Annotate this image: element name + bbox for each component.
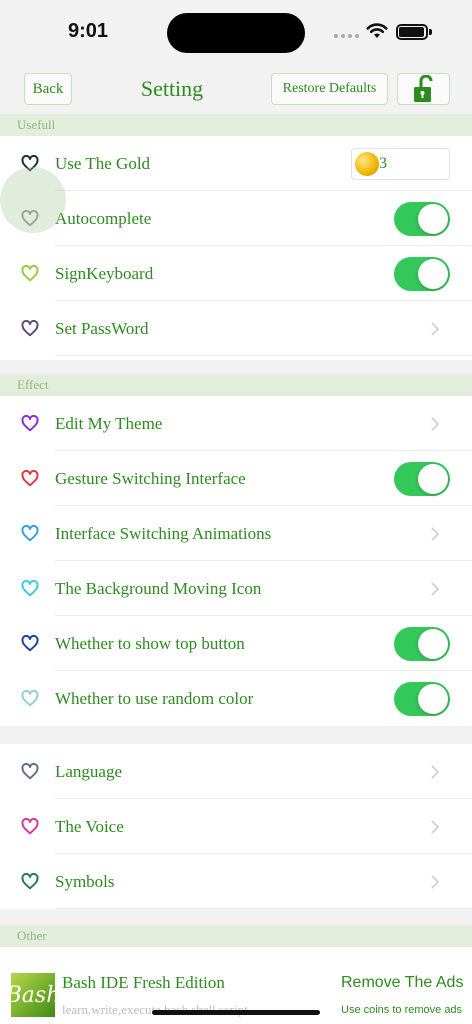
heart-icon (21, 155, 39, 172)
section-header-usefull: Usefull (0, 114, 472, 136)
row-label: Autocomplete (55, 209, 152, 228)
row-background-moving-icon[interactable]: The Background Moving Icon (0, 561, 472, 616)
row-label: Gesture Switching Interface (55, 469, 246, 488)
group-misc: Language The Voice Symbols (0, 744, 472, 909)
row-use-the-gold[interactable]: Use The Gold 3 (0, 136, 472, 191)
row-set-password[interactable]: Set PassWord (0, 301, 472, 356)
heart-icon (21, 470, 39, 487)
battery-icon (396, 24, 432, 40)
status-bar: 9:01 (0, 0, 472, 64)
chevron-right-icon (431, 875, 440, 889)
chevron-right-icon (431, 820, 440, 834)
group-effect: Edit My Theme Gesture Switching Interfac… (0, 396, 472, 726)
chevron-right-icon (431, 527, 440, 541)
row-label: Edit My Theme (55, 414, 163, 433)
row-label: The Voice (55, 817, 124, 836)
heart-icon (21, 415, 39, 432)
row-language[interactable]: Language (0, 744, 472, 799)
heart-icon (21, 763, 39, 780)
row-symbols[interactable]: Symbols (0, 854, 472, 909)
row-label: Whether to show top button (55, 634, 245, 653)
section-spacer (0, 909, 472, 925)
heart-icon (21, 690, 39, 707)
section-header-other: Other (0, 925, 472, 947)
section-spacer (0, 726, 472, 744)
bash-logo-icon: Bash (6, 973, 60, 1017)
heart-icon (21, 210, 39, 227)
heart-icon (21, 873, 39, 890)
nav-bar: Back Setting Restore Defaults (0, 64, 472, 114)
show-top-button-toggle[interactable] (394, 627, 450, 661)
heart-icon (21, 635, 39, 652)
group-padding (0, 356, 472, 360)
remove-ads-button[interactable]: Remove The Ads (341, 974, 463, 992)
heart-icon (21, 265, 39, 282)
row-label: SignKeyboard (55, 264, 154, 283)
row-autocomplete[interactable]: Autocomplete (0, 191, 472, 246)
heart-icon (21, 320, 39, 337)
heart-icon (21, 525, 39, 542)
row-interface-animations[interactable]: Interface Switching Animations (0, 506, 472, 561)
back-button[interactable]: Back (24, 73, 72, 105)
chevron-right-icon (431, 417, 440, 431)
section-spacer (0, 360, 472, 374)
ad-title: Bash IDE Fresh Edition (62, 973, 225, 992)
gold-amount-value: 3 (379, 155, 387, 172)
chevron-right-icon (431, 322, 440, 336)
settings-list: Usefull Use The Gold 3 Autocomplete Sign… (0, 114, 472, 987)
group-usefull: Use The Gold 3 Autocomplete SignKeyboard… (0, 136, 472, 360)
row-label: Set PassWord (55, 319, 149, 338)
row-edit-my-theme[interactable]: Edit My Theme (0, 396, 472, 451)
gold-coin-icon (355, 152, 379, 176)
dynamic-island (167, 13, 305, 53)
row-signkeyboard[interactable]: SignKeyboard (0, 246, 472, 301)
lock-toggle-button[interactable] (397, 73, 450, 105)
remove-ads-subtitle: Use coins to remove ads (341, 1004, 463, 1016)
row-label: Language (55, 762, 123, 781)
row-label: Use The Gold (55, 154, 151, 173)
row-label: Symbols (55, 872, 115, 891)
heart-icon (21, 580, 39, 597)
row-gesture-switching[interactable]: Gesture Switching Interface (0, 451, 472, 506)
gesture-switching-toggle[interactable] (394, 462, 450, 496)
row-show-top-button[interactable]: Whether to show top button (0, 616, 472, 671)
page-title: Setting (140, 76, 204, 101)
signkeyboard-toggle[interactable] (394, 257, 450, 291)
row-random-color[interactable]: Whether to use random color (0, 671, 472, 726)
restore-defaults-button[interactable]: Restore Defaults (271, 73, 388, 105)
status-time: 9:01 (68, 20, 109, 42)
section-header-effect: Effect (0, 374, 472, 396)
row-the-voice[interactable]: The Voice (0, 799, 472, 854)
heart-icon (21, 818, 39, 835)
row-label: The Background Moving Icon (55, 579, 262, 598)
row-label: Interface Switching Animations (55, 524, 272, 543)
home-indicator (152, 1010, 320, 1015)
autocomplete-toggle[interactable] (394, 202, 450, 236)
random-color-toggle[interactable] (394, 682, 450, 716)
chevron-right-icon (431, 765, 440, 779)
cellular-dots-icon (334, 34, 360, 39)
gold-amount-field[interactable]: 3 (351, 148, 450, 180)
row-label: Whether to use random color (55, 689, 254, 708)
wifi-icon (366, 23, 388, 38)
chevron-right-icon (431, 582, 440, 596)
unlock-icon (413, 75, 432, 102)
